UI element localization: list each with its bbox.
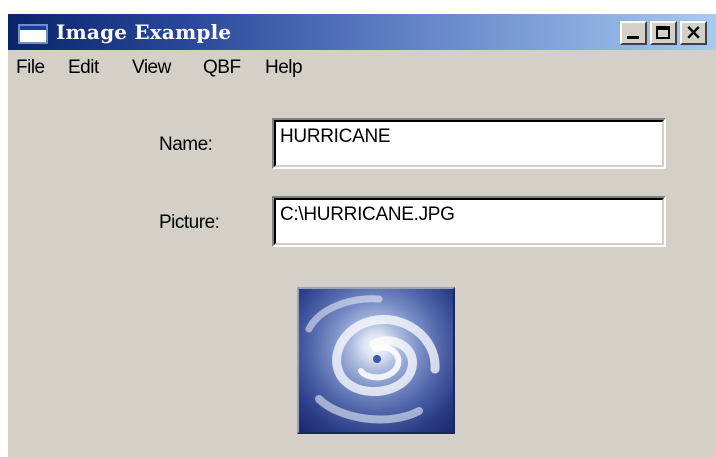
menu-help[interactable]: Help bbox=[265, 57, 303, 79]
app-window: Image Example × File Edit View QBF Help … bbox=[6, 12, 716, 457]
window-title: Image Example bbox=[56, 20, 232, 44]
name-label: Name: bbox=[159, 134, 213, 155]
menu-qbf[interactable]: QBF bbox=[203, 57, 241, 79]
title-bar[interactable]: Image Example × bbox=[8, 14, 716, 50]
maximize-button[interactable] bbox=[650, 21, 677, 45]
hurricane-image bbox=[297, 287, 455, 434]
minimize-button[interactable] bbox=[620, 21, 647, 45]
window-icon[interactable] bbox=[18, 24, 48, 44]
picture-path-field[interactable]: C:\HURRICANE.JPG bbox=[272, 196, 666, 247]
name-field-value: HURRICANE bbox=[280, 126, 391, 147]
close-icon: × bbox=[684, 20, 703, 44]
maximize-icon bbox=[656, 26, 670, 39]
picture-field-value: C:\HURRICANE.JPG bbox=[280, 204, 455, 225]
minimize-icon bbox=[627, 36, 639, 39]
menu-edit[interactable]: Edit bbox=[68, 57, 99, 79]
name-field[interactable]: HURRICANE bbox=[272, 118, 666, 169]
close-button[interactable]: × bbox=[680, 21, 707, 45]
menu-bar: File Edit View QBF Help bbox=[8, 50, 716, 86]
hurricane-swirl bbox=[305, 295, 440, 424]
picture-label: Picture: bbox=[159, 212, 220, 233]
menu-view[interactable]: View bbox=[132, 57, 171, 79]
menu-file[interactable]: File bbox=[16, 57, 45, 79]
